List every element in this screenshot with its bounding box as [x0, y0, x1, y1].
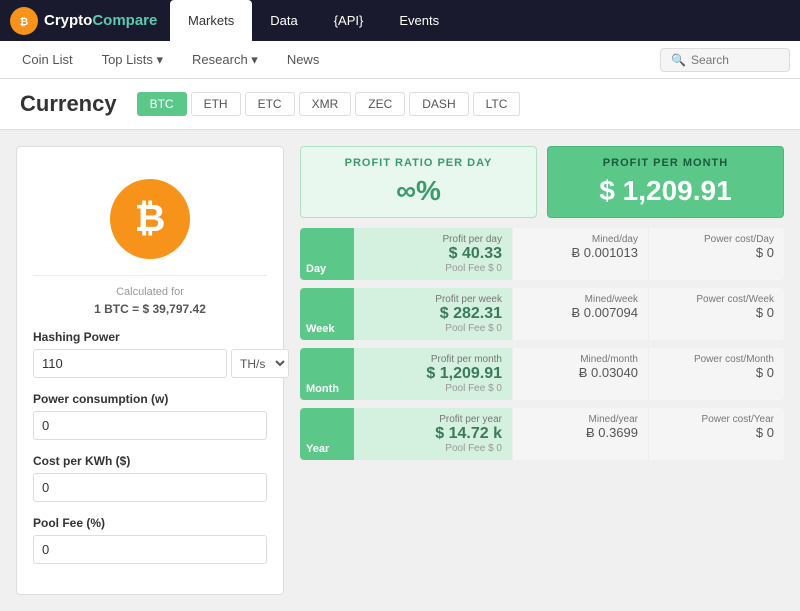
nav-item-events[interactable]: Events	[381, 0, 457, 41]
tab-eth[interactable]: ETH	[191, 92, 241, 116]
logo-icon: ₿	[10, 7, 38, 35]
profit-ratio-label: PROFIT RATIO PER DAY	[317, 157, 520, 169]
nav-item-markets[interactable]: Markets	[170, 0, 252, 41]
main-nav: Markets Data {API} Events	[170, 0, 790, 41]
power-consumption-row	[33, 411, 267, 440]
row-power-day: Power cost/Day $ 0	[648, 228, 784, 280]
row-profit-month: Profit per month $ 1,209.91 Pool Fee $ 0	[354, 348, 512, 400]
hashing-power-input[interactable]	[33, 349, 227, 378]
calc-value: 1 BTC = $ 39,797.42	[33, 302, 267, 316]
sub-nav-coin-list[interactable]: Coin List	[10, 46, 85, 73]
tab-ltc[interactable]: LTC	[473, 92, 521, 116]
row-mined-week: Mined/week Ƀ 0.007094	[512, 288, 648, 340]
data-row-week: Week Profit per week $ 282.31 Pool Fee $…	[300, 288, 784, 340]
data-rows: Day Profit per day $ 40.33 Pool Fee $ 0 …	[300, 228, 784, 460]
power-consumption-label: Power consumption (w)	[33, 392, 267, 406]
nav-item-data[interactable]: Data	[252, 0, 315, 41]
search-icon: 🔍	[671, 53, 686, 67]
row-power-week: Power cost/Week $ 0	[648, 288, 784, 340]
cost-per-kwh-label: Cost per KWh ($)	[33, 454, 267, 468]
sub-nav-top-lists[interactable]: Top Lists ▾	[90, 46, 175, 74]
svg-text:₿: ₿	[20, 15, 29, 27]
profit-ratio-box: PROFIT RATIO PER DAY ∞%	[300, 146, 537, 218]
search-input[interactable]	[691, 53, 779, 67]
row-power-month: Power cost/Month $ 0	[648, 348, 784, 400]
right-panel: PROFIT RATIO PER DAY ∞% PROFIT PER MONTH…	[300, 146, 784, 595]
data-row-day: Day Profit per day $ 40.33 Pool Fee $ 0 …	[300, 228, 784, 280]
data-row-month: Month Profit per month $ 1,209.91 Pool F…	[300, 348, 784, 400]
sub-nav: Coin List Top Lists ▾ Research ▾ News 🔍	[0, 41, 800, 79]
coin-icon-area: ₿	[33, 163, 267, 276]
search-box[interactable]: 🔍	[660, 48, 790, 72]
data-row-year: Year Profit per year $ 14.72 k Pool Fee …	[300, 408, 784, 460]
hashing-power-label: Hashing Power	[33, 330, 267, 344]
profit-month-value: $ 1,209.91	[564, 175, 767, 207]
hashing-power-row: TH/s GH/s MH/s	[33, 349, 267, 378]
cost-per-kwh-input[interactable]	[33, 473, 267, 502]
cost-per-kwh-row	[33, 473, 267, 502]
pool-fee-row	[33, 535, 267, 564]
row-period-year: Year	[300, 408, 354, 460]
profit-ratio-value: ∞%	[317, 175, 520, 207]
btc-coin-icon: ₿	[110, 179, 190, 259]
tab-zec[interactable]: ZEC	[355, 92, 405, 116]
row-mined-day: Mined/day Ƀ 0.001013	[512, 228, 648, 280]
tab-xmr[interactable]: XMR	[299, 92, 352, 116]
pool-fee-label: Pool Fee (%)	[33, 516, 267, 530]
currency-header: Currency BTC ETH ETC XMR ZEC DASH LTC	[0, 79, 800, 130]
row-period-month: Month	[300, 348, 354, 400]
profit-month-label: PROFIT PER MONTH	[564, 157, 767, 169]
currency-tabs: BTC ETH ETC XMR ZEC DASH LTC	[137, 92, 521, 116]
row-period-day: Day	[300, 228, 354, 280]
hashing-power-unit-select[interactable]: TH/s GH/s MH/s	[231, 349, 289, 378]
top-nav: ₿ CryptoCompare Markets Data {API} Event…	[0, 0, 800, 41]
logo[interactable]: ₿ CryptoCompare	[10, 7, 170, 35]
row-mined-year: Mined/year Ƀ 0.3699	[512, 408, 648, 460]
sub-nav-news[interactable]: News	[275, 46, 332, 73]
main-content: ₿ Calculated for 1 BTC = $ 39,797.42 Has…	[0, 130, 800, 611]
tab-btc[interactable]: BTC	[137, 92, 187, 116]
row-profit-day: Profit per day $ 40.33 Pool Fee $ 0	[354, 228, 512, 280]
row-profit-year: Profit per year $ 14.72 k Pool Fee $ 0	[354, 408, 512, 460]
row-period-week: Week	[300, 288, 354, 340]
row-power-year: Power cost/Year $ 0	[648, 408, 784, 460]
nav-item-api[interactable]: {API}	[316, 0, 382, 41]
left-panel: ₿ Calculated for 1 BTC = $ 39,797.42 Has…	[16, 146, 284, 595]
profit-month-box: PROFIT PER MONTH $ 1,209.91	[547, 146, 784, 218]
sub-nav-research[interactable]: Research ▾	[180, 46, 270, 74]
row-profit-week: Profit per week $ 282.31 Pool Fee $ 0	[354, 288, 512, 340]
profit-header: PROFIT RATIO PER DAY ∞% PROFIT PER MONTH…	[300, 146, 784, 218]
row-mined-month: Mined/month Ƀ 0.03040	[512, 348, 648, 400]
pool-fee-input[interactable]	[33, 535, 267, 564]
calc-label: Calculated for	[33, 286, 267, 298]
currency-title: Currency	[20, 91, 117, 117]
power-consumption-input[interactable]	[33, 411, 267, 440]
logo-text: CryptoCompare	[44, 12, 157, 29]
tab-dash[interactable]: DASH	[409, 92, 468, 116]
tab-etc[interactable]: ETC	[245, 92, 295, 116]
